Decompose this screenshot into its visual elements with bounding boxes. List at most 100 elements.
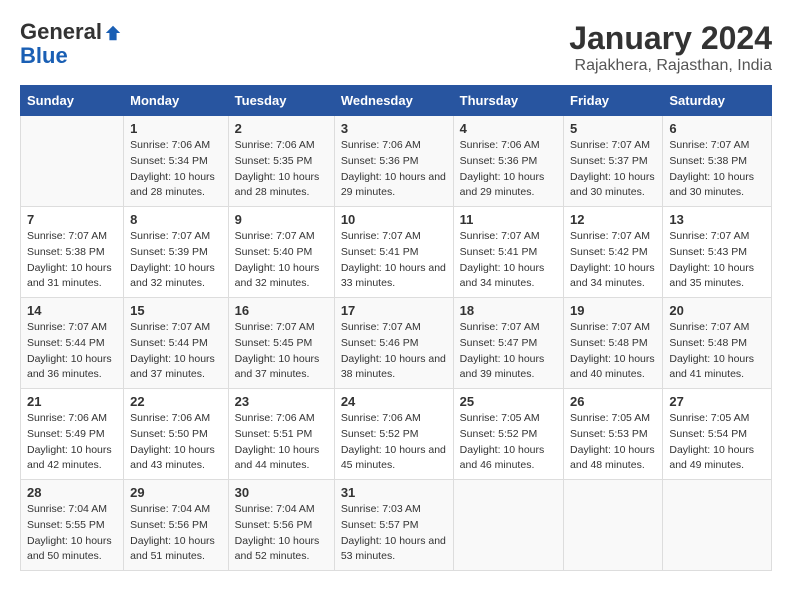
calendar-cell: 17Sunrise: 7:07 AMSunset: 5:46 PMDayligh…: [334, 298, 453, 389]
cell-info: Sunrise: 7:06 AMSunset: 5:35 PMDaylight:…: [235, 138, 328, 201]
calendar-cell: 20 Sunrise: 7:07 AMSunset: 5:48 PMDayligh…: [663, 298, 772, 389]
day-number: 9: [235, 212, 328, 227]
calendar-cell: 14 Sunrise: 7:07 AMSunset: 5:44 PMDayligh…: [21, 298, 124, 389]
cell-info: Sunrise: 7:07 AMSunset: 5:44 PMDaylight:…: [27, 320, 117, 383]
cell-info: Sunrise: 7:07 AMSunset: 5:38 PMDaylight:…: [669, 138, 765, 201]
calendar-cell: 12 Sunrise: 7:07 AMSunset: 5:42 PMDayligh…: [564, 207, 663, 298]
cell-info: Sunrise: 7:07 AMSunset: 5:44 PMDaylight:…: [130, 320, 222, 383]
calendar-cell: 16 Sunrise: 7:07 AMSunset: 5:45 PMDayligh…: [228, 298, 334, 389]
logo: General Blue: [20, 20, 122, 68]
cell-info: Sunrise: 7:05 AMSunset: 5:53 PMDaylight:…: [570, 411, 656, 474]
cell-info: Sunrise: 7:05 AMSunset: 5:52 PMDaylight:…: [460, 411, 557, 474]
day-number: 27: [669, 394, 765, 409]
day-number: 2: [235, 121, 328, 136]
calendar-cell: 2 Sunrise: 7:06 AMSunset: 5:35 PMDaylight…: [228, 116, 334, 207]
day-number: 28: [27, 485, 117, 500]
calendar-cell: 29 Sunrise: 7:04 AMSunset: 5:56 PMDayligh…: [124, 480, 229, 571]
day-number: 3: [341, 121, 447, 136]
day-number: 17: [341, 303, 447, 318]
logo-blue: Blue: [20, 44, 122, 68]
calendar-cell: 1 Sunrise: 7:06 AMSunset: 5:34 PMDaylight…: [124, 116, 229, 207]
day-number: 29: [130, 485, 222, 500]
day-number: 6: [669, 121, 765, 136]
cell-info: Sunrise: 7:06 AMSunset: 5:51 PMDaylight:…: [235, 411, 328, 474]
logo-text: General Blue: [20, 20, 122, 68]
calendar-table: SundayMondayTuesdayWednesdayThursdayFrid…: [20, 85, 772, 571]
logo-icon: [104, 24, 122, 42]
header-tuesday: Tuesday: [228, 86, 334, 116]
calendar-cell: [663, 480, 772, 571]
week-row-2: 7 Sunrise: 7:07 AMSunset: 5:38 PMDaylight…: [21, 207, 772, 298]
cell-info: Sunrise: 7:06 AMSunset: 5:36 PMDaylight:…: [460, 138, 557, 201]
cell-info: Sunrise: 7:07 AMSunset: 5:41 PMDaylight:…: [341, 229, 447, 292]
calendar-cell: 11Sunrise: 7:07 AMSunset: 5:41 PMDayligh…: [453, 207, 563, 298]
calendar-cell: 30Sunrise: 7:04 AMSunset: 5:56 PMDayligh…: [228, 480, 334, 571]
header-saturday: Saturday: [663, 86, 772, 116]
week-row-3: 14 Sunrise: 7:07 AMSunset: 5:44 PMDayligh…: [21, 298, 772, 389]
calendar-subtitle: Rajakhera, Rajasthan, India: [569, 57, 772, 75]
day-number: 11: [460, 212, 557, 227]
day-number: 18: [460, 303, 557, 318]
header-sunday: Sunday: [21, 86, 124, 116]
day-number: 8: [130, 212, 222, 227]
day-number: 4: [460, 121, 557, 136]
day-number: 15: [130, 303, 222, 318]
cell-info: Sunrise: 7:07 AMSunset: 5:38 PMDaylight:…: [27, 229, 117, 292]
day-number: 26: [570, 394, 656, 409]
calendar-cell: 25 Sunrise: 7:05 AMSunset: 5:52 PMDayligh…: [453, 389, 563, 480]
calendar-cell: 19 Sunrise: 7:07 AMSunset: 5:48 PMDayligh…: [564, 298, 663, 389]
cell-info: Sunrise: 7:07 AMSunset: 5:48 PMDaylight:…: [570, 320, 656, 383]
calendar-cell: 4 Sunrise: 7:06 AMSunset: 5:36 PMDaylight…: [453, 116, 563, 207]
header-thursday: Thursday: [453, 86, 563, 116]
cell-info: Sunrise: 7:06 AMSunset: 5:50 PMDaylight:…: [130, 411, 222, 474]
cell-info: Sunrise: 7:06 AMSunset: 5:52 PMDaylight:…: [341, 411, 447, 474]
calendar-cell: 22 Sunrise: 7:06 AMSunset: 5:50 PMDayligh…: [124, 389, 229, 480]
calendar-cell: 7 Sunrise: 7:07 AMSunset: 5:38 PMDaylight…: [21, 207, 124, 298]
cell-info: Sunrise: 7:07 AMSunset: 5:40 PMDaylight:…: [235, 229, 328, 292]
cell-info: Sunrise: 7:07 AMSunset: 5:43 PMDaylight:…: [669, 229, 765, 292]
week-row-1: 1 Sunrise: 7:06 AMSunset: 5:34 PMDaylight…: [21, 116, 772, 207]
cell-info: Sunrise: 7:06 AMSunset: 5:34 PMDaylight:…: [130, 138, 222, 201]
calendar-cell: 3Sunrise: 7:06 AMSunset: 5:36 PMDaylight…: [334, 116, 453, 207]
calendar-cell: 24 Sunrise: 7:06 AMSunset: 5:52 PMDayligh…: [334, 389, 453, 480]
week-row-5: 28 Sunrise: 7:04 AMSunset: 5:55 PMDayligh…: [21, 480, 772, 571]
cell-info: Sunrise: 7:07 AMSunset: 5:45 PMDaylight:…: [235, 320, 328, 383]
header-monday: Monday: [124, 86, 229, 116]
cell-info: Sunrise: 7:07 AMSunset: 5:48 PMDaylight:…: [669, 320, 765, 383]
cell-info: Sunrise: 7:07 AMSunset: 5:47 PMDaylight:…: [460, 320, 557, 383]
cell-info: Sunrise: 7:04 AMSunset: 5:55 PMDaylight:…: [27, 502, 117, 565]
title-block: January 2024 Rajakhera, Rajasthan, India: [569, 20, 772, 75]
day-number: 16: [235, 303, 328, 318]
day-number: 13: [669, 212, 765, 227]
day-number: 22: [130, 394, 222, 409]
calendar-cell: 8 Sunrise: 7:07 AMSunset: 5:39 PMDaylight…: [124, 207, 229, 298]
day-number: 25: [460, 394, 557, 409]
day-number: 31: [341, 485, 447, 500]
cell-info: Sunrise: 7:04 AMSunset: 5:56 PMDaylight:…: [130, 502, 222, 565]
calendar-cell: [453, 480, 563, 571]
cell-info: Sunrise: 7:04 AMSunset: 5:56 PMDaylight:…: [235, 502, 328, 565]
cell-info: Sunrise: 7:07 AMSunset: 5:42 PMDaylight:…: [570, 229, 656, 292]
calendar-cell: 13 Sunrise: 7:07 AMSunset: 5:43 PMDayligh…: [663, 207, 772, 298]
calendar-cell: 31Sunrise: 7:03 AMSunset: 5:57 PMDayligh…: [334, 480, 453, 571]
calendar-cell: 26 Sunrise: 7:05 AMSunset: 5:53 PMDayligh…: [564, 389, 663, 480]
calendar-cell: 18 Sunrise: 7:07 AMSunset: 5:47 PMDayligh…: [453, 298, 563, 389]
day-number: 12: [570, 212, 656, 227]
calendar-cell: 10 Sunrise: 7:07 AMSunset: 5:41 PMDayligh…: [334, 207, 453, 298]
day-number: 20: [669, 303, 765, 318]
cell-info: Sunrise: 7:07 AMSunset: 5:39 PMDaylight:…: [130, 229, 222, 292]
cell-info: Sunrise: 7:07 AMSunset: 5:37 PMDaylight:…: [570, 138, 656, 201]
day-number: 23: [235, 394, 328, 409]
logo-general: General: [20, 20, 102, 44]
day-number: 7: [27, 212, 117, 227]
day-number: 21: [27, 394, 117, 409]
day-number: 10: [341, 212, 447, 227]
day-number: 1: [130, 121, 222, 136]
header-row: SundayMondayTuesdayWednesdayThursdayFrid…: [21, 86, 772, 116]
calendar-cell: [21, 116, 124, 207]
calendar-cell: [564, 480, 663, 571]
calendar-title: January 2024: [569, 20, 772, 57]
day-number: 24: [341, 394, 447, 409]
day-number: 14: [27, 303, 117, 318]
day-number: 19: [570, 303, 656, 318]
